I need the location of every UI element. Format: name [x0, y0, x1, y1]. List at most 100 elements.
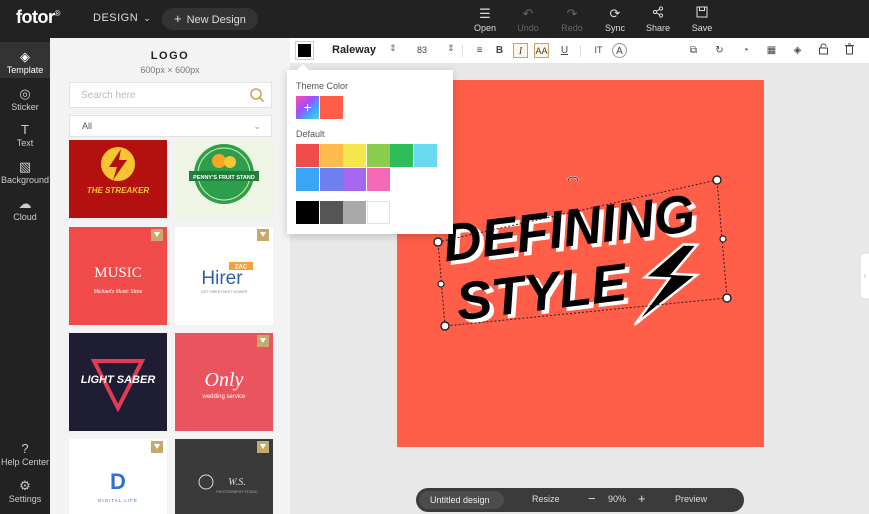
template-card[interactable]: PENNY'S FRUIT STAND [175, 140, 273, 218]
search-input[interactable] [70, 83, 245, 107]
rail-item-sticker[interactable]: ◎ Sticker [0, 86, 50, 112]
color-swatch[interactable] [296, 144, 319, 167]
undo-icon: ↶ [522, 6, 534, 21]
template-card[interactable]: ZAC Hirer GET HIRED RIGHT NOWER [175, 227, 273, 325]
theme-color-label: Theme Color [296, 81, 349, 91]
search-icon[interactable] [249, 87, 265, 103]
align-left-icon[interactable]: ≡ [472, 43, 487, 58]
search-box [69, 82, 272, 108]
color-swatch[interactable] [390, 144, 413, 167]
zoom-out-button[interactable]: − [588, 491, 596, 506]
resize-button[interactable]: Resize [532, 494, 560, 504]
panel-subtitle: 600px × 600px [140, 65, 200, 75]
svg-text:MUSIC: MUSIC [94, 265, 142, 281]
font-family-select[interactable]: Raleway [332, 44, 376, 56]
redo-button[interactable]: ↷ Redo [552, 6, 592, 33]
color-swatch[interactable] [319, 201, 343, 224]
template-thumbnail: LIGHT SABER [81, 359, 156, 413]
panel-collapse-handle[interactable]: › [861, 254, 869, 298]
color-swatch[interactable] [296, 168, 319, 191]
add-color-button[interactable]: + [296, 96, 319, 119]
transparency-icon[interactable]: ▦ [764, 43, 779, 58]
text-group[interactable]: DEFINING DEFINING STYLE STYLE [440, 184, 712, 347]
resize-handle[interactable] [712, 175, 722, 185]
template-card[interactable]: Only wedding service [175, 333, 273, 431]
template-card[interactable]: THE STREAKER [69, 140, 167, 218]
svg-text:W.S.: W.S. [228, 477, 245, 488]
chevron-updown-icon[interactable]: ⇕ [389, 43, 397, 54]
fotor-logo[interactable]: fotor® [16, 7, 60, 28]
rail-item-text[interactable]: T Text [0, 122, 50, 148]
document-name-field[interactable]: Untitled design [419, 491, 504, 509]
color-swatch[interactable] [296, 201, 319, 224]
design-menu[interactable]: DESIGN ⌄ [93, 12, 151, 24]
rail-item-background[interactable]: ▧ Background [0, 159, 50, 185]
bottom-bar: Untitled design Resize − 90% + Preview [416, 488, 744, 512]
share-icon [638, 6, 678, 22]
divider [462, 45, 463, 57]
color-swatch[interactable] [366, 201, 390, 224]
bold-icon[interactable]: B [492, 43, 507, 58]
underline-icon[interactable]: U [557, 43, 572, 58]
color-picker-popup: Theme Color + Default [287, 64, 453, 234]
premium-crown-icon [151, 229, 163, 241]
color-swatch[interactable] [413, 144, 437, 167]
resize-handle[interactable] [722, 293, 732, 303]
lock-icon[interactable] [816, 43, 831, 58]
template-thumbnail: ZAC Hirer GET HIRED RIGHT NOWER [201, 262, 253, 294]
lightning-icon [633, 243, 701, 326]
divider [580, 45, 581, 57]
svg-text:Only: Only [205, 369, 244, 391]
svg-text:D: D [110, 469, 126, 494]
text-spacing-icon[interactable]: IT [591, 43, 606, 58]
premium-crown-icon [151, 441, 163, 453]
template-card[interactable]: W.S. PHOTOGRAPHY STUDIO [175, 439, 273, 514]
menu-icon: ☰ [479, 6, 491, 21]
zoom-in-button[interactable]: + [638, 491, 646, 506]
top-bar: fotor® DESIGN ⌄ + New Design ☰ Open ↶ Undo… [0, 0, 869, 38]
shape-icon[interactable]: ◔ [738, 43, 753, 58]
template-card[interactable]: MUSIC Michael's Music Store [69, 227, 167, 325]
template-card[interactable]: LIGHT SABER [69, 333, 167, 431]
trash-icon[interactable] [842, 43, 857, 58]
rail-item-cloud[interactable]: ☁ Cloud [0, 196, 50, 222]
template-card[interactable]: D DIGITAL LIFE [69, 439, 167, 514]
left-rail: ◈ Template ◎ Sticker T Text ▧ Background ☁ Cl… [0, 38, 50, 514]
rotate-icon[interactable]: ↻ [712, 43, 727, 58]
color-swatch[interactable] [343, 201, 366, 224]
color-swatch[interactable] [366, 168, 390, 191]
layers-icon[interactable]: ◈ [790, 43, 805, 58]
rail-item-settings[interactable]: ⚙ Settings [0, 478, 50, 504]
color-swatch[interactable] [343, 168, 366, 191]
duplicate-icon[interactable]: ⧉ [686, 43, 701, 58]
resize-handle[interactable] [440, 321, 450, 331]
text-effect-icon[interactable]: A [612, 43, 627, 58]
new-design-button[interactable]: + New Design [162, 8, 258, 30]
color-swatch[interactable] [343, 144, 366, 167]
rail-item-template[interactable]: ◈ Template [0, 42, 50, 78]
text-color-swatch[interactable] [295, 41, 314, 60]
share-button[interactable]: Share [638, 6, 678, 33]
resize-handle[interactable] [433, 237, 443, 247]
open-button[interactable]: ☰ Open [465, 6, 505, 33]
sync-button[interactable]: ⟳ Sync [595, 6, 635, 33]
preview-button[interactable]: Preview [675, 494, 707, 504]
save-button[interactable]: Save [682, 6, 722, 33]
svg-text:LIGHT SABER: LIGHT SABER [81, 374, 156, 386]
italic-icon[interactable]: I [513, 43, 528, 58]
chevron-updown-icon[interactable]: ⇕ [447, 43, 455, 54]
color-swatch[interactable] [366, 144, 390, 167]
rail-item-help-center[interactable]: ? Help Center [0, 441, 50, 467]
color-swatch[interactable] [319, 168, 343, 191]
undo-button[interactable]: ↶ Undo [508, 6, 548, 33]
font-size-select[interactable]: 83 [417, 45, 427, 55]
theme-color-swatch[interactable] [320, 96, 343, 119]
color-swatch[interactable] [319, 144, 343, 167]
uppercase-icon[interactable]: AA [534, 43, 549, 58]
resize-handle[interactable] [437, 280, 445, 288]
svg-text:PENNY'S FRUIT STAND: PENNY'S FRUIT STAND [193, 175, 255, 181]
svg-text:THE STREAKER: THE STREAKER [87, 186, 149, 195]
resize-handle[interactable] [719, 235, 727, 243]
category-filter[interactable]: All ⌄ [69, 115, 272, 137]
chevron-down-icon: ⌄ [143, 13, 152, 23]
